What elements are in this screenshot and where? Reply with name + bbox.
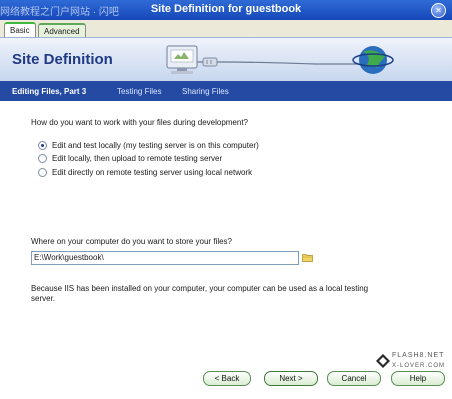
step-editing-files: Editing Files, Part 3 (12, 87, 87, 96)
step-sharing-files: Sharing Files (182, 87, 229, 96)
logo-icon (376, 354, 390, 368)
next-button[interactable]: Next > (264, 371, 318, 386)
option-edit-test-locally[interactable]: Edit and test locally (my testing server… (38, 140, 259, 151)
folder-path-input[interactable] (31, 251, 299, 265)
radio-button[interactable] (38, 154, 47, 163)
question-store-location: Where on your computer do you want to st… (31, 237, 232, 246)
question-work-mode: How do you want to work with your files … (31, 118, 248, 127)
option-edit-directly-remote[interactable]: Edit directly on remote testing server u… (38, 167, 252, 178)
steps-bar: Editing Files, Part 3 Testing Files Shar… (0, 81, 452, 101)
title-bar: 网络教程之门户网站 · 闪吧 Site Definition for guest… (0, 0, 452, 20)
radio-button[interactable] (38, 141, 47, 150)
tab-strip: Basic Advanced (0, 20, 452, 39)
page-title: Site Definition (12, 51, 113, 68)
folder-icon[interactable] (302, 253, 313, 262)
wizard-header: Site Definition (0, 37, 452, 82)
back-button[interactable]: < Back (203, 371, 251, 386)
info-text: Because IIS has been installed on your c… (31, 284, 369, 303)
brand-line-2: X-LOVER.COM (392, 363, 446, 369)
radio-button[interactable] (38, 168, 47, 177)
cancel-button[interactable]: Cancel (327, 371, 381, 386)
close-icon: ✕ (435, 6, 442, 15)
help-button[interactable]: Help (391, 371, 445, 386)
window-title: Site Definition for guestbook (150, 3, 302, 15)
brand-line-1: FLASH8.NET (392, 352, 445, 359)
option-label: Edit locally, then upload to remote test… (52, 154, 223, 163)
option-label: Edit directly on remote testing server u… (52, 168, 253, 177)
step-testing-files: Testing Files (117, 87, 162, 96)
tab-advanced[interactable]: Advanced (38, 23, 86, 38)
close-button[interactable]: ✕ (431, 3, 446, 18)
network-illustration-icon (166, 45, 394, 74)
option-edit-locally-upload[interactable]: Edit locally, then upload to remote test… (38, 153, 222, 164)
option-label: Edit and test locally (my testing server… (52, 141, 259, 150)
